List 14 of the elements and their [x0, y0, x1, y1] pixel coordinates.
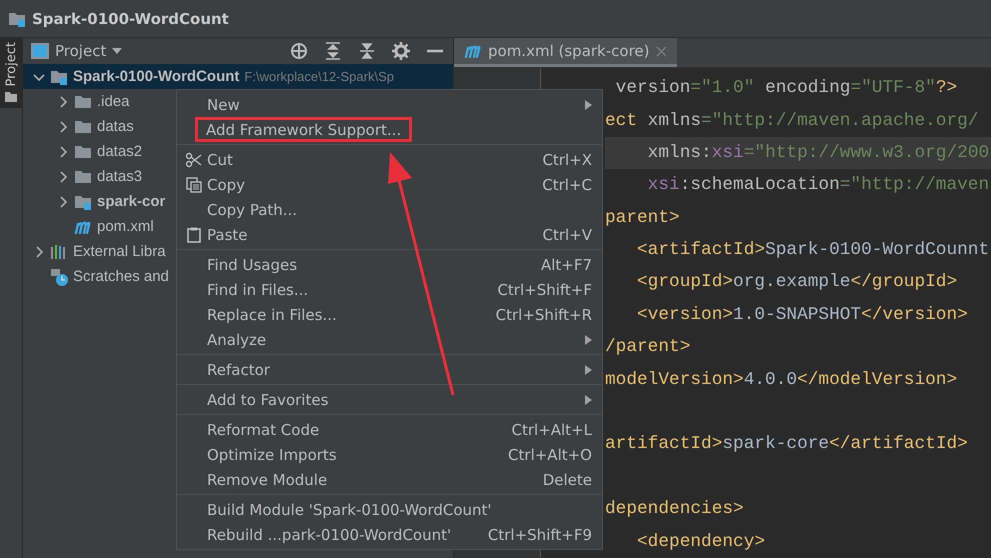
code-line: ect xmlns="http://maven.apache.org/ [605, 110, 980, 133]
code-line: dependencies> [605, 498, 745, 522]
window-title: Spark-0100-WordCount [32, 10, 229, 28]
code-line: <version>1.0-SNAPSHOT</version> [636, 304, 969, 327]
code-line: <groupId>org.example</groupId> [636, 271, 958, 294]
code-line: <dependency> [636, 530, 766, 554]
code-line: artifactId>spark-core</artifactId> [605, 433, 969, 456]
code-line: version="1.0" encoding="UTF-8"?> [614, 77, 958, 100]
code-line: modelVersion>4.0.0</modelVersion> [605, 368, 958, 392]
code-line: xsi:schemaLocation="http://maven [646, 174, 990, 198]
code-line: /parent> [605, 336, 692, 360]
code-line: parent> [605, 206, 681, 230]
module-path: F:\workplace\12-Spark\Sp [244, 69, 394, 84]
code-line: <artifactId>Spark-0100-WordCounnt [636, 239, 990, 262]
